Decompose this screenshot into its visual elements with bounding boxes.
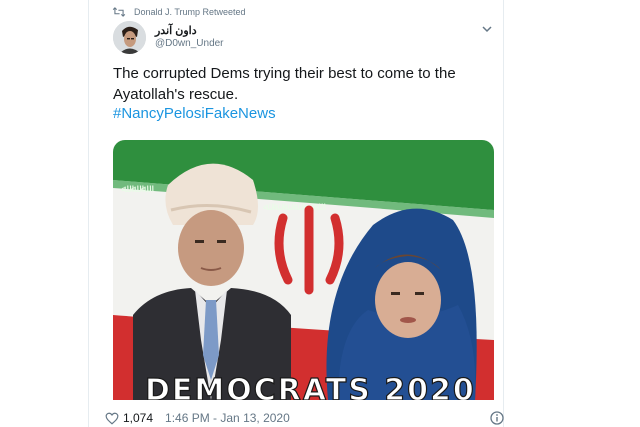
tweet-card: Donald J. Trump Retweeted داون آندر @D0w… <box>88 0 504 427</box>
user-handle[interactable]: @D0wn_Under <box>155 38 224 49</box>
like-count[interactable]: 1,074 <box>123 411 153 425</box>
heart-icon[interactable] <box>105 412 119 425</box>
tweet-timestamp[interactable]: 1:46 PM - Jan 13, 2020 <box>165 411 290 425</box>
media-caption: DEMOCRATS 2020 <box>145 373 476 400</box>
display-name[interactable]: داون آندر <box>155 24 197 37</box>
chevron-down-icon[interactable] <box>481 24 493 34</box>
info-icon[interactable] <box>490 411 504 425</box>
retweet-label: Donald J. Trump Retweeted <box>134 7 246 17</box>
retweet-icon <box>112 7 126 17</box>
tweet-image[interactable]: ﷲ ﷲ ﷲ ﷲ ﷲ ﷲ ﷲ ﷲ ﷲ DEMOCRATS 2020 <box>113 140 494 400</box>
tweet-text: The corrupted Dems trying their best to … <box>113 65 456 103</box>
image-illustration: ﷲ ﷲ ﷲ ﷲ ﷲ ﷲ ﷲ ﷲ ﷲ DEMOCRATS 2020 <box>113 140 494 400</box>
avatar[interactable] <box>113 21 146 54</box>
svg-text:ﷲ ﷲ ﷲ ﷲ ﷲ ﷲ: ﷲ ﷲ ﷲ ﷲ ﷲ ﷲ <box>263 200 326 213</box>
retweet-indicator[interactable]: Donald J. Trump Retweeted <box>112 5 246 19</box>
tweet-footer: 1,074 1:46 PM - Jan 13, 2020 <box>105 410 290 426</box>
hashtag-link[interactable]: #NancyPelosiFakeNews <box>113 105 276 122</box>
